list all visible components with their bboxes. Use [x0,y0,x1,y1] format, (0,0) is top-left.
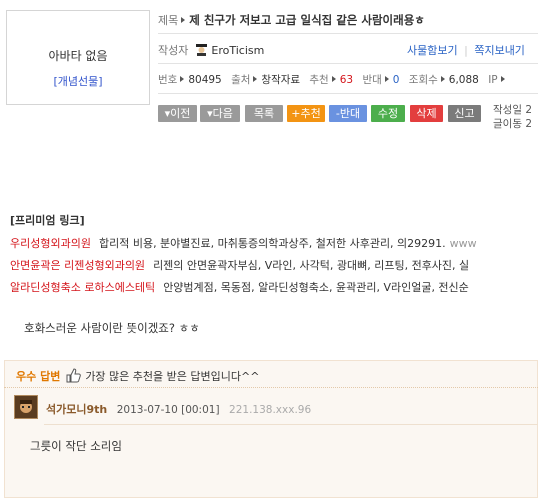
user-icon [195,43,208,56]
info-row: 번호 80495 출처 창작자료 추천 63 반대 0 조회수 6,088 IP [158,72,509,87]
avatar-placeholder-label: 아바타 없음 [48,49,108,63]
report-button[interactable]: 신고 [448,105,481,122]
premium-heading: [프리미엄 링크] [10,214,85,227]
recommend-label: 추천 [309,74,329,86]
commenter-name[interactable]: 석가모니9th [46,403,107,416]
source-label: 출처 [231,74,251,86]
arrow-icon [180,76,185,82]
next-button[interactable]: ▾다음 [200,105,240,122]
commenter-avatar[interactable] [14,395,38,419]
views-label: 조회수 [408,74,438,86]
premium-ad[interactable]: 알라딘성형축소 로하스에스테틱 안양범계점, 목동점, 알라딘성형축소, 윤곽관리… [10,279,469,295]
post-length: 글이동 2 [493,118,532,130]
comment-ip: 221.138.xxx.96 [229,404,312,416]
avatar-box: 아바타 없음 [개념선물] [6,10,150,105]
oppose-count: 0 [392,74,400,86]
best-answer-badge: 우수 답변 [16,370,61,383]
comment-date: 2013-07-10 [00:01] [116,404,220,416]
divider [158,63,538,64]
gift-box-link[interactable]: 사물함보기 [407,44,458,57]
commenter-meta: 석가모니9th 2013-07-10 [00:01] 221.138.xxx.9… [46,401,311,417]
title-label: 제목 [158,14,179,27]
page-title: 제 친구가 저보고 고급 일식집 같은 사람이래용ㅎ [189,13,425,27]
views-count: 6,088 [448,74,479,86]
prev-button[interactable]: ▾이전 [158,105,197,122]
divider [158,93,538,94]
divider [158,33,538,34]
title-row: 제목 제 친구가 저보고 고급 일식집 같은 사람이래용ㅎ [158,12,425,28]
arrow-icon [181,17,186,23]
arrow-icon [331,76,336,82]
ad-title[interactable]: 알라딘성형축소 로하스에스테틱 [10,281,155,294]
send-note-link[interactable]: 쪽지보내기 [474,44,525,57]
premium-ad[interactable]: 우리성형외과의원 합리적 비용, 분야별진료, 마취통증의학과상주, 철저한 사후… [10,235,477,251]
post-body: 호화스러운 사람이란 뜻이겠죠? ㅎㅎ [24,321,200,335]
number-label: 번호 [158,74,178,86]
comment-text: 그릇이 작단 소리임 [30,439,122,453]
ad-title[interactable]: 안면윤곽은 리젠성형외과의원 [10,259,145,272]
premium-ad[interactable]: 안면윤곽은 리젠성형외과의원 리젠의 안면윤곽자부심, V라인, 사각턱, 광대뼈… [10,257,469,273]
ad-url[interactable]: www [450,237,477,250]
divider [44,424,538,425]
list-button[interactable]: 목록 [245,105,283,122]
arrow-icon [253,76,258,82]
author-label: 작성자 [158,44,189,57]
arrow-icon [440,76,445,82]
ad-desc: 합리적 비용, 분야별진료, 마취통증의학과상주, 철저한 사후관리, 의292… [98,237,446,250]
source-value: 창작자료 [261,74,301,86]
gift-link[interactable]: [개념선물] [7,73,149,89]
best-answer-title: 우수 답변 가장 많은 추천을 받은 답변입니다^^ [16,368,259,384]
author-row: 작성자 EroTicism [158,42,264,58]
recommend-button[interactable]: +추천 [287,105,325,122]
arrow-icon [384,76,389,82]
delete-button[interactable]: 삭제 [410,105,443,122]
post-date: 작성일 2 [493,104,532,116]
thumbs-up-icon [65,368,81,383]
separator: | [464,44,468,57]
best-answer-desc: 가장 많은 추천을 받은 답변입니다^^ [85,370,260,383]
recommend-count: 63 [339,74,354,86]
ad-title[interactable]: 우리성형외과의원 [10,237,91,250]
author-actions: 사물함보기 | 쪽지보내기 [407,42,525,58]
ad-desc: 리젠의 안면윤곽자부심, V라인, 사각턱, 광대뼈, 리프팅, 전후사진, 실 [153,259,470,272]
ad-desc: 안양범계점, 목동점, 알라딘성형축소, 윤곽관리, V라인얼굴, 전신순 [163,281,469,294]
edit-button[interactable]: 수정 [371,105,405,122]
arrow-icon [500,76,505,82]
oppose-label: 반대 [362,74,382,86]
author-name[interactable]: EroTicism [211,44,264,57]
ip-label: IP [488,74,498,86]
post-number: 80495 [188,74,222,86]
oppose-button[interactable]: -반대 [329,105,367,122]
